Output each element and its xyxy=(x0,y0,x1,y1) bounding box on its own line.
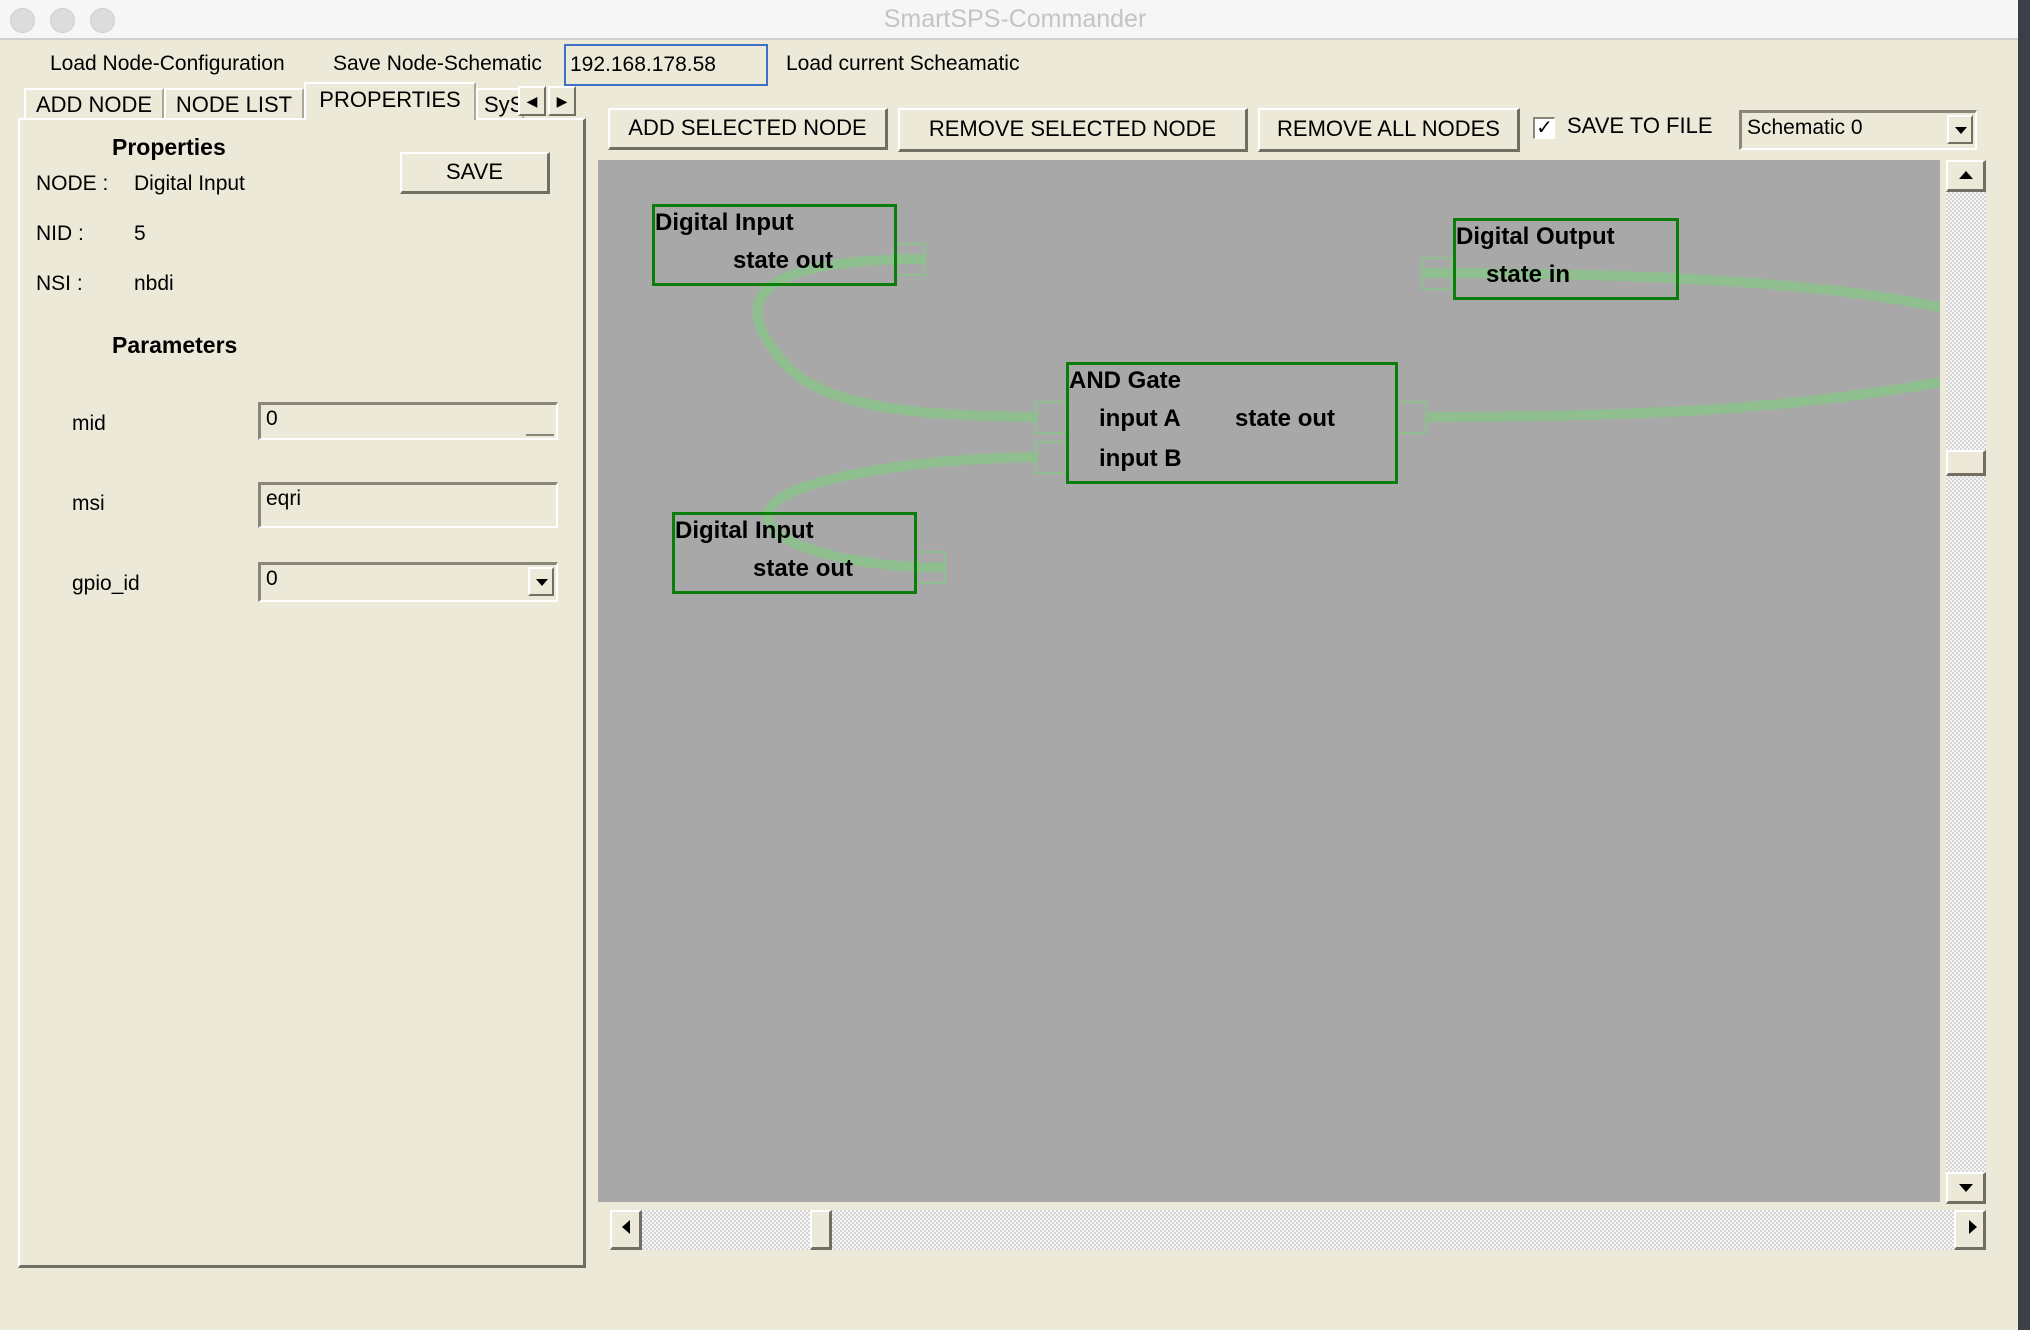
port-and-in-a[interactable] xyxy=(1035,401,1067,434)
arrow-left-icon: ◀ xyxy=(526,93,538,109)
chevron-down-icon[interactable] xyxy=(528,567,554,596)
port-and-in-b[interactable] xyxy=(1035,441,1067,474)
node-title: Digital Input xyxy=(675,517,814,544)
node-value: Digital Input xyxy=(134,172,245,195)
param-mid-value: 0 xyxy=(266,407,278,430)
node-digital-input-2[interactable]: Digital Input state out xyxy=(672,512,917,594)
node-label: NODE : xyxy=(36,172,109,195)
save-node-schematic-link[interactable]: Save Node-Schematic xyxy=(333,52,542,76)
node-title: AND Gate xyxy=(1069,367,1182,394)
nid-label: NID : xyxy=(36,222,84,245)
param-msi-label: msi xyxy=(72,492,105,515)
port-label-state-in: state in xyxy=(1486,261,1571,288)
tab-properties[interactable]: PROPERTIES xyxy=(304,82,476,120)
wires-layer xyxy=(752,243,1940,584)
scroll-right-button[interactable] xyxy=(1954,1210,1986,1250)
node-digital-input-1[interactable]: Digital Input state out xyxy=(652,204,897,286)
add-selected-node-button[interactable]: ADD SELECTED NODE xyxy=(608,108,888,150)
param-msi-value: eqri xyxy=(266,487,302,510)
horizontal-scroll-thumb[interactable] xyxy=(809,1210,832,1250)
ip-address-input[interactable]: 192.168.178.58 xyxy=(564,44,768,86)
port-label-input-a: input A xyxy=(1099,405,1181,432)
tab-node-list[interactable]: NODE LIST xyxy=(164,88,304,118)
load-node-configuration-link[interactable]: Load Node-Configuration xyxy=(50,52,285,76)
port-and-out[interactable] xyxy=(1395,401,1427,434)
vertical-scroll-thumb[interactable] xyxy=(1946,449,1986,476)
window-title: SmartSPS-Commander xyxy=(883,5,1147,33)
port-label-state-out: state out xyxy=(733,247,834,274)
remove-selected-node-button[interactable]: REMOVE SELECTED NODE xyxy=(898,108,1248,152)
spinner-handle-icon[interactable] xyxy=(526,430,554,436)
schematic-select-value: Schematic 0 xyxy=(1747,116,1863,139)
port-label-input-b: input B xyxy=(1099,445,1182,472)
save-to-file-label: SAVE TO FILE xyxy=(1567,113,1713,138)
checkmark-icon: ✓ xyxy=(1536,117,1553,139)
nsi-value: nbdi xyxy=(134,272,174,295)
chevron-down-icon[interactable] xyxy=(1947,115,1973,144)
port-label-state-out: state out xyxy=(1235,405,1336,432)
properties-heading: Properties xyxy=(112,134,226,160)
param-mid-spinner[interactable]: 0 xyxy=(258,402,558,440)
param-msi-input[interactable]: eqri xyxy=(258,482,558,528)
param-mid-label: mid xyxy=(72,412,106,435)
node-digital-output[interactable]: Digital Output state in xyxy=(1453,218,1679,300)
tab-add-node[interactable]: ADD NODE xyxy=(24,88,164,118)
save-to-file-checkbox[interactable]: ✓ xyxy=(1533,117,1555,139)
param-gpio-id-dropdown[interactable]: 0 xyxy=(258,562,558,602)
arrow-right-icon: ▶ xyxy=(556,93,568,109)
param-gpio-id-value: 0 xyxy=(266,567,278,590)
node-title: Digital Output xyxy=(1456,223,1615,250)
scroll-down-button[interactable] xyxy=(1946,1172,1986,1204)
tab-scroll-right-button[interactable]: ▶ xyxy=(548,86,576,116)
scroll-left-button[interactable] xyxy=(610,1210,642,1250)
wire-and-out-to-edge[interactable] xyxy=(1425,377,1940,422)
tab-sys[interactable]: SyS xyxy=(476,88,524,118)
param-gpio-id-label: gpio_id xyxy=(72,572,140,595)
save-properties-button[interactable]: SAVE xyxy=(400,152,550,194)
parameters-heading: Parameters xyxy=(112,332,238,358)
nid-value: 5 xyxy=(134,222,146,245)
schematic-select[interactable]: Schematic 0 xyxy=(1739,110,1977,150)
nsi-label: NSI : xyxy=(36,272,83,295)
vertical-scrollbar[interactable] xyxy=(1946,160,1986,1200)
port-label-state-out: state out xyxy=(753,555,854,582)
scroll-up-button[interactable] xyxy=(1946,160,1986,192)
tab-scroll-left-button[interactable]: ◀ xyxy=(518,86,546,116)
properties-panel: Properties SAVE NODE : Digital Input NID… xyxy=(18,118,586,1268)
schematic-canvas[interactable]: Digital Input state out Digital Output s… xyxy=(598,160,1940,1202)
title-bar: SmartSPS-Commander xyxy=(0,0,2030,40)
desktop-edge xyxy=(2018,0,2030,1330)
remove-all-nodes-button[interactable]: REMOVE ALL NODES xyxy=(1258,108,1520,152)
node-title: Digital Input xyxy=(655,209,794,236)
load-current-schematic-link[interactable]: Load current Scheamatic xyxy=(786,52,1019,76)
node-and-gate[interactable]: AND Gate input A input B state out xyxy=(1066,362,1398,484)
